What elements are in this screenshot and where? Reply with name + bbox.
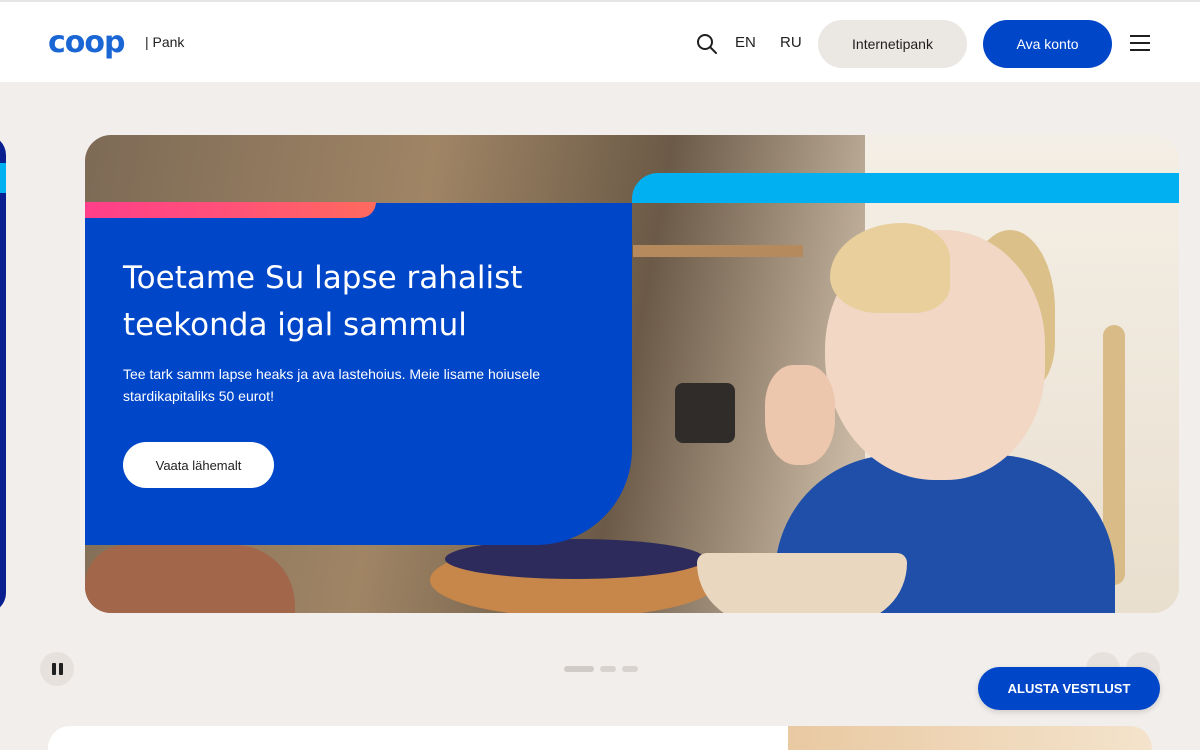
site-header: coop | Pank EN RU Internetipank Ava kont…	[0, 0, 1200, 82]
logo-wordmark: coop	[48, 25, 125, 60]
open-account-button[interactable]: Ava konto	[983, 20, 1112, 68]
hamburger-menu-icon[interactable]	[1130, 35, 1150, 51]
next-section-card	[48, 726, 1152, 750]
carousel-pause-button[interactable]	[40, 652, 74, 686]
read-more-button[interactable]: Vaata lähemalt	[123, 442, 274, 488]
language-en-link[interactable]: EN	[735, 34, 756, 51]
carousel-dot-3[interactable]	[622, 666, 638, 672]
pause-icon	[51, 663, 56, 675]
language-ru-link[interactable]: RU	[780, 34, 802, 51]
carousel-pagination	[564, 666, 638, 672]
decorative-pink-band	[85, 202, 376, 218]
next-section-image	[788, 726, 1152, 750]
slide-accent-stripe	[0, 163, 6, 193]
hero-description: Tee tark samm lapse heaks ja ava lasteho…	[123, 366, 541, 404]
hero-title: Toetame Su lapse rahalist teekonda igal …	[123, 260, 523, 343]
carousel-dot-1[interactable]	[564, 666, 594, 672]
logo-brand-suffix: | Pank	[145, 34, 185, 50]
coop-pank-logo[interactable]: coop | Pank	[48, 25, 184, 60]
hero-slide: Toetame Su lapse rahalist teekonda igal …	[85, 135, 1179, 613]
carousel-dot-2[interactable]	[600, 666, 616, 672]
decorative-cyan-band	[632, 173, 1179, 203]
search-button[interactable]	[695, 32, 719, 56]
start-chat-button[interactable]: ALUSTA VESTLUST	[978, 667, 1160, 710]
internetbank-button[interactable]: Internetipank	[818, 20, 967, 68]
search-icon	[697, 34, 717, 54]
promo-panel: Toetame Su lapse rahalist teekonda igal …	[85, 203, 632, 545]
previous-slide-peek[interactable]	[0, 135, 6, 613]
